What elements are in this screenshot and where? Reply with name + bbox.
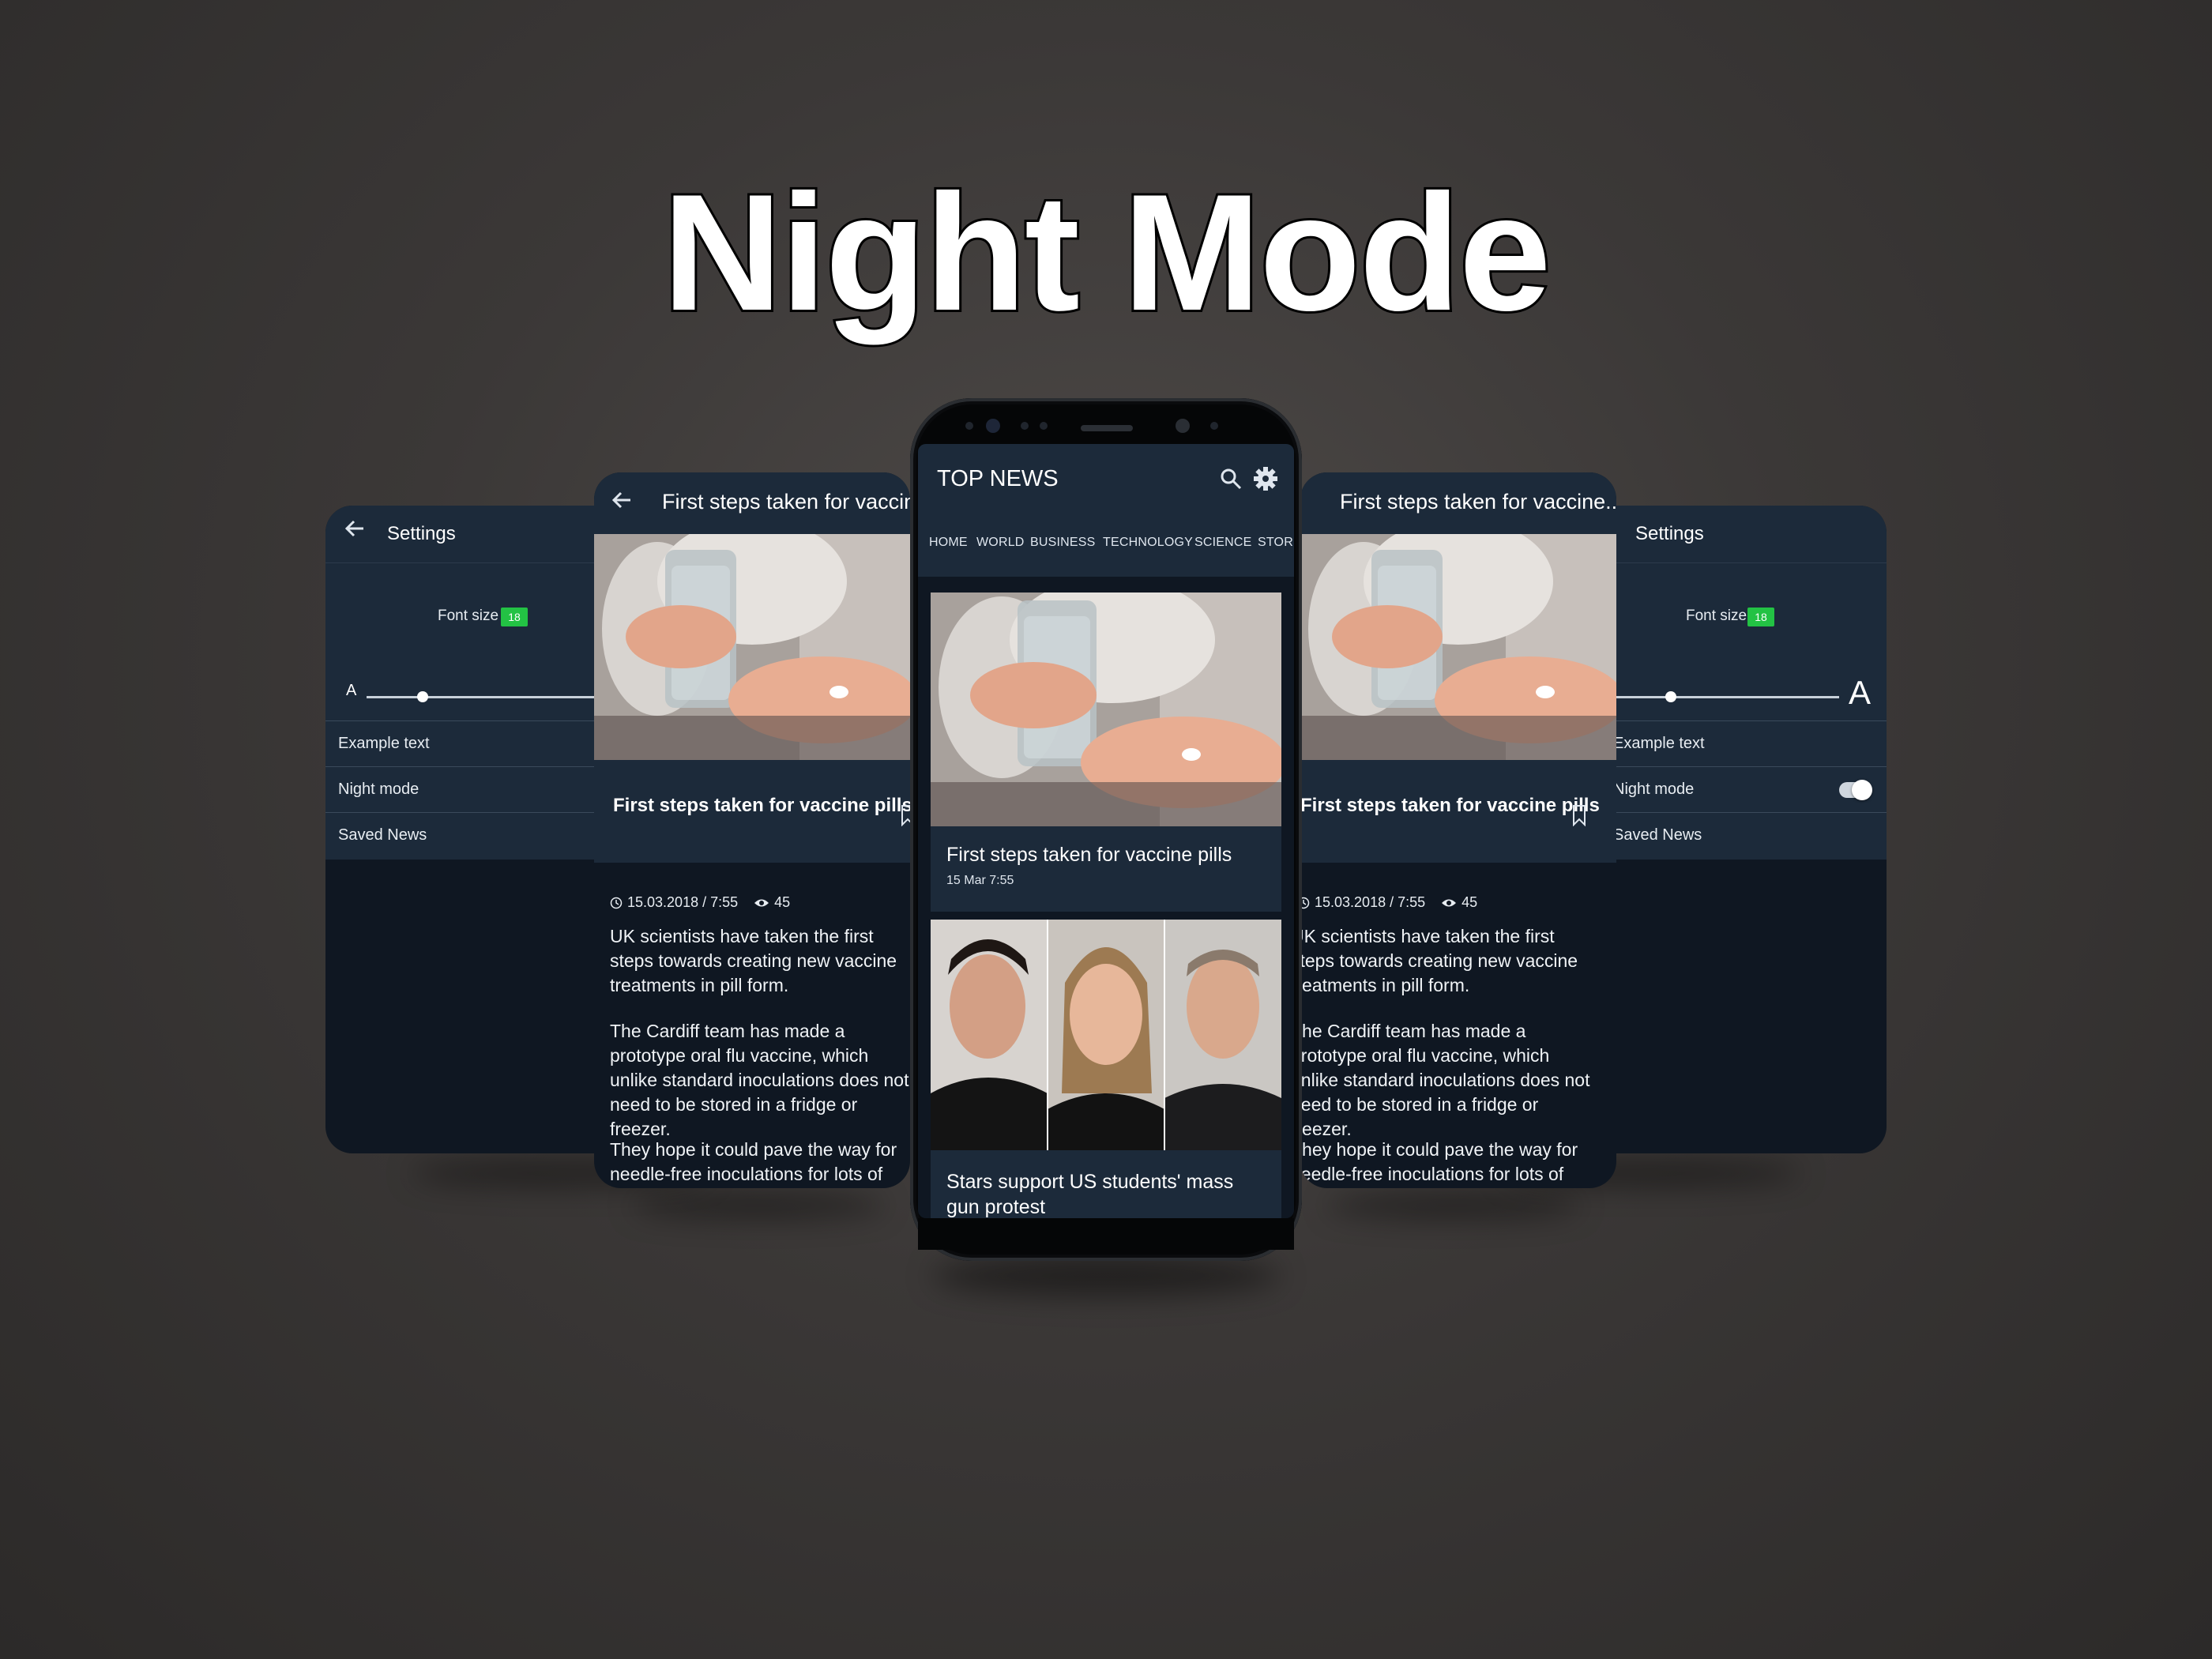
vaccine-pill-photo: [594, 534, 910, 760]
article-paragraph: UK scientists have taken the first steps…: [610, 926, 897, 995]
night-mode-toggle[interactable]: [1839, 780, 1872, 800]
article-views: 45: [1462, 894, 1478, 910]
article-body: 15.03.2018 / 7:55 45 UK scientists have …: [594, 883, 910, 1188]
article-title: First steps taken for vaccine pills: [1300, 795, 1600, 816]
bookmark-icon[interactable]: [1572, 804, 1586, 826]
tab-home[interactable]: HOME: [929, 536, 968, 550]
phone-shadow: [932, 1256, 1280, 1296]
article-right-shadow: [1327, 1194, 1580, 1217]
celebrity-portraits-photo: [931, 920, 1281, 1150]
article-date: 15.03.2018 / 7:55: [1315, 894, 1426, 910]
saved-news-label: Saved News: [1613, 826, 1702, 844]
news-card-title: First steps taken for vaccine pills: [946, 844, 1232, 866]
article-title: First steps taken for vaccine pills: [613, 795, 910, 816]
page-headline: Night Mode: [660, 157, 1553, 348]
article-screen-right: First steps taken for vaccine... First s…: [1300, 472, 1616, 1188]
tab-stories[interactable]: STOR: [1258, 536, 1293, 550]
front-camera: [986, 419, 1000, 433]
article-header-title: First steps taken for vaccine...: [1340, 490, 1616, 514]
article-meta: 15.03.2018 / 7:55 45: [1300, 894, 1477, 911]
bookmark-icon[interactable]: [901, 804, 910, 826]
article-app-bar: First steps taken for vaccine...: [1300, 472, 1616, 534]
phone-screen: TOP NEWS HOME WORLD BUSINESS TECHNOLOGY …: [918, 444, 1294, 1218]
article-title-bar: First steps taken for vaccine pills: [1300, 760, 1616, 863]
article-paragraph: The Cardiff team has made a prototype or…: [610, 1021, 909, 1139]
night-mode-label: Night mode: [1613, 781, 1695, 798]
font-size-label: Font size: [1686, 608, 1747, 624]
article-screen-left: First steps taken for vaccine... First s…: [594, 472, 910, 1188]
article-body: 15.03.2018 / 7:55 45 UK scientists have …: [1300, 883, 1616, 1188]
example-text-label: Example text: [1613, 735, 1705, 752]
phone-sensor: [965, 422, 973, 430]
slider-max-label: A: [1849, 674, 1872, 711]
back-arrow-icon[interactable]: [343, 517, 367, 547]
phone-speaker: [1081, 425, 1133, 431]
font-size-label: Font size: [438, 608, 499, 624]
app-title: TOP NEWS: [937, 466, 1059, 491]
news-card[interactable]: First steps taken for vaccine pills 15 M…: [931, 592, 1281, 912]
news-card-time: 15 Mar 7:55: [946, 874, 1014, 887]
vaccine-pill-photo: [1300, 534, 1616, 760]
article-left-shadow: [632, 1194, 885, 1217]
article-paragraph: They hope it could pave the way for need…: [1300, 1139, 1578, 1184]
eye-icon: [1442, 899, 1457, 906]
settings-title: Settings: [387, 523, 456, 544]
article-paragraph: UK scientists have taken the first steps…: [1300, 926, 1578, 995]
slider-thumb[interactable]: [417, 691, 428, 702]
slider-min-label: A: [346, 682, 357, 699]
iris-scanner: [1176, 419, 1190, 433]
tab-technology[interactable]: TECHNOLOGY: [1103, 536, 1193, 550]
font-size-badge: 18: [1747, 608, 1774, 626]
settings-title: Settings: [1635, 523, 1704, 544]
toggle-knob: [1852, 780, 1872, 800]
phone-sensor: [1021, 422, 1029, 430]
news-app-bar: TOP NEWS: [918, 444, 1294, 506]
saved-news-label: Saved News: [338, 826, 427, 844]
slider-thumb[interactable]: [1665, 691, 1676, 702]
font-size-badge: 18: [501, 608, 528, 626]
tab-business[interactable]: BUSINESS: [1030, 536, 1096, 550]
vaccine-pill-photo: [931, 592, 1281, 826]
article-meta: 15.03.2018 / 7:55 45: [610, 894, 790, 911]
tab-science[interactable]: SCIENCE: [1194, 536, 1252, 550]
article-header-title: First steps taken for vaccine...: [662, 490, 910, 514]
tab-world[interactable]: WORLD: [976, 536, 1025, 550]
article-date: 15.03.2018 / 7:55: [627, 894, 739, 910]
phone-sensor: [1040, 422, 1048, 430]
gear-icon[interactable]: [1253, 466, 1278, 491]
eye-icon: [754, 899, 769, 906]
phone-sensor: [1210, 422, 1218, 430]
night-mode-label: Night mode: [338, 781, 419, 798]
article-paragraph: They hope it could pave the way for need…: [610, 1139, 897, 1184]
news-card-title: Stars support US students' mass gun prot…: [946, 1171, 1234, 1218]
article-paragraph: The Cardiff team has made a prototype or…: [1300, 1021, 1590, 1139]
news-card[interactable]: Stars support US students' mass gun prot…: [931, 920, 1281, 1218]
back-arrow-icon[interactable]: [610, 488, 634, 518]
example-text-label: Example text: [338, 735, 430, 752]
article-views: 45: [774, 894, 791, 910]
article-app-bar: First steps taken for vaccine...: [594, 472, 910, 534]
phone-chin: [918, 1218, 1294, 1250]
clock-icon: [610, 897, 623, 908]
search-icon[interactable]: [1218, 466, 1243, 491]
article-title-bar: First steps taken for vaccine pills: [594, 760, 910, 863]
